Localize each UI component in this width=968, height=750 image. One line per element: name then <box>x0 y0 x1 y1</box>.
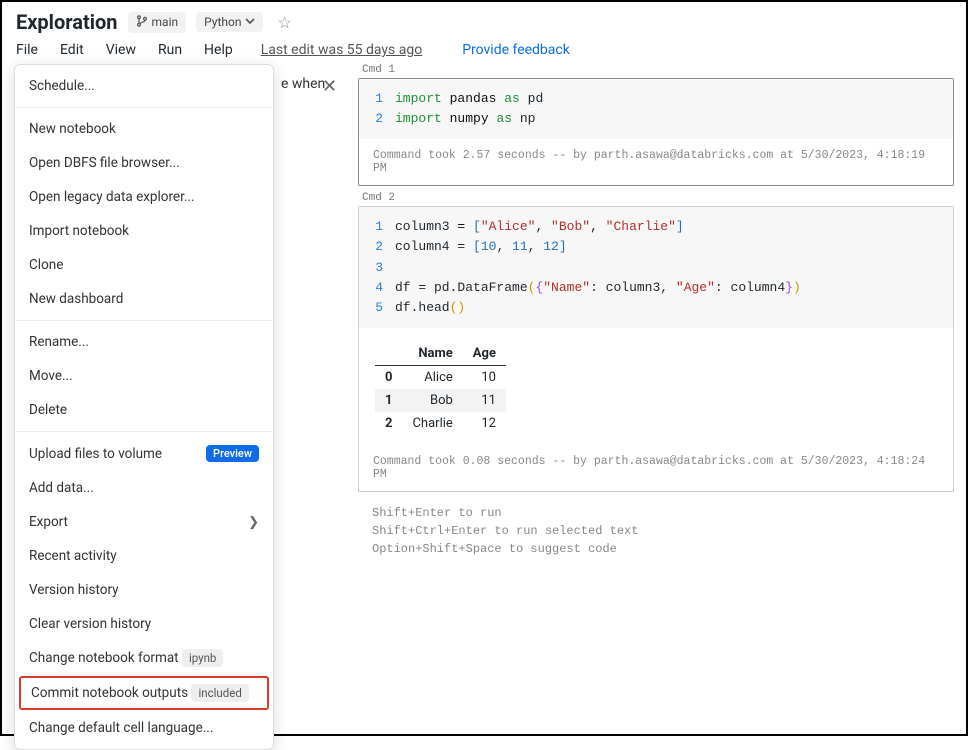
cmd-label-2: Cmd 2 <box>362 192 954 204</box>
feedback-link[interactable]: Provide feedback <box>462 42 570 58</box>
menu-separator <box>15 320 273 321</box>
menu-import-notebook[interactable]: Import notebook <box>15 214 273 248</box>
table-body: 0 Alice 10 1 Bob 11 2 Charlie 12 <box>375 365 506 435</box>
keyboard-hints: Shift+Enter to run Shift+Ctrl+Enter to r… <box>372 504 954 558</box>
cell-footer: Command took 2.57 seconds -- by parth.as… <box>359 139 953 185</box>
star-icon[interactable]: ☆ <box>277 13 291 32</box>
line-gutter: 1 2 3 4 5 <box>359 217 395 318</box>
code-block[interactable]: 1 2 import pandas as pd import numpy as … <box>359 79 953 139</box>
branch-chip[interactable]: main <box>128 12 187 33</box>
git-branch-icon <box>136 15 148 30</box>
menu-clone[interactable]: Clone <box>15 248 273 282</box>
outputs-badge: included <box>191 684 248 702</box>
last-edit-link[interactable]: Last edit was 55 days ago <box>261 42 422 58</box>
menu-help[interactable]: Help <box>204 42 233 58</box>
table-row: 2 Charlie 12 <box>375 412 506 435</box>
menu-edit[interactable]: Edit <box>60 42 84 58</box>
menu-change-format[interactable]: Change notebook format ipynb <box>15 641 273 675</box>
file-dropdown-menu: Schedule... New notebook Open DBFS file … <box>14 64 274 750</box>
table-row: 1 Bob 11 <box>375 389 506 412</box>
menu-open-legacy[interactable]: Open legacy data explorer... <box>15 180 273 214</box>
dataframe-output: Name Age 0 Alice 10 1 Bob 11 2 Charlie <box>375 342 506 435</box>
menu-file[interactable]: File <box>16 42 38 58</box>
menu-commit-outputs[interactable]: Commit notebook outputs included <box>19 676 269 710</box>
language-label: Python <box>204 15 241 29</box>
menu-separator <box>15 107 273 108</box>
cell-footer: Command took 0.08 seconds -- by parth.as… <box>359 445 953 491</box>
menu-run[interactable]: Run <box>158 42 182 58</box>
code-cell-2[interactable]: 1 2 3 4 5 column3 = ["Alice", "Bob", "Ch… <box>358 206 954 492</box>
menu-open-dbfs[interactable]: Open DBFS file browser... <box>15 146 273 180</box>
menu-schedule[interactable]: Schedule... <box>15 69 273 103</box>
code-content[interactable]: import pandas as pd import numpy as np <box>395 89 953 129</box>
cmd-label-1: Cmd 1 <box>362 64 954 76</box>
menu-view[interactable]: View <box>106 42 136 58</box>
col-header-name: Name <box>402 342 462 366</box>
menu-add-data[interactable]: Add data... <box>15 471 273 505</box>
preview-badge: Preview <box>206 445 259 462</box>
notebook-title: Exploration <box>16 10 118 34</box>
code-block[interactable]: 1 2 3 4 5 column3 = ["Alice", "Bob", "Ch… <box>359 207 953 328</box>
header-bar: Exploration main Python ☆ <box>2 2 966 38</box>
menu-new-dashboard[interactable]: New dashboard <box>15 282 273 316</box>
code-content[interactable]: column3 = ["Alice", "Bob", "Charlie"] co… <box>395 217 953 318</box>
menu-recent-activity[interactable]: Recent activity <box>15 539 273 573</box>
menu-delete[interactable]: Delete <box>15 393 273 427</box>
chevron-right-icon: ❯ <box>248 515 259 530</box>
line-gutter: 1 2 <box>359 89 395 129</box>
menu-clear-version[interactable]: Clear version history <box>15 607 273 641</box>
menu-upload-files[interactable]: Upload files to volume Preview <box>15 436 273 471</box>
menu-export[interactable]: Export ❯ <box>15 505 273 539</box>
language-select[interactable]: Python <box>196 12 263 32</box>
close-icon[interactable]: ✕ <box>322 76 337 97</box>
code-cell-1[interactable]: 1 2 import pandas as pd import numpy as … <box>358 78 954 186</box>
menu-new-notebook[interactable]: New notebook <box>15 112 273 146</box>
chevron-down-icon <box>245 15 255 29</box>
menu-rename[interactable]: Rename... <box>15 325 273 359</box>
menu-separator <box>15 431 273 432</box>
notebook-area: Cmd 1 1 2 import pandas as pd import num… <box>358 62 954 728</box>
branch-name: main <box>152 15 179 29</box>
col-header-age: Age <box>463 342 506 366</box>
menu-version-history[interactable]: Version history <box>15 573 273 607</box>
table-corner <box>375 342 402 366</box>
table-row: 0 Alice 10 <box>375 365 506 389</box>
format-badge: ipynb <box>182 649 223 667</box>
menu-change-lang[interactable]: Change default cell language... <box>15 711 273 745</box>
menu-move[interactable]: Move... <box>15 359 273 393</box>
